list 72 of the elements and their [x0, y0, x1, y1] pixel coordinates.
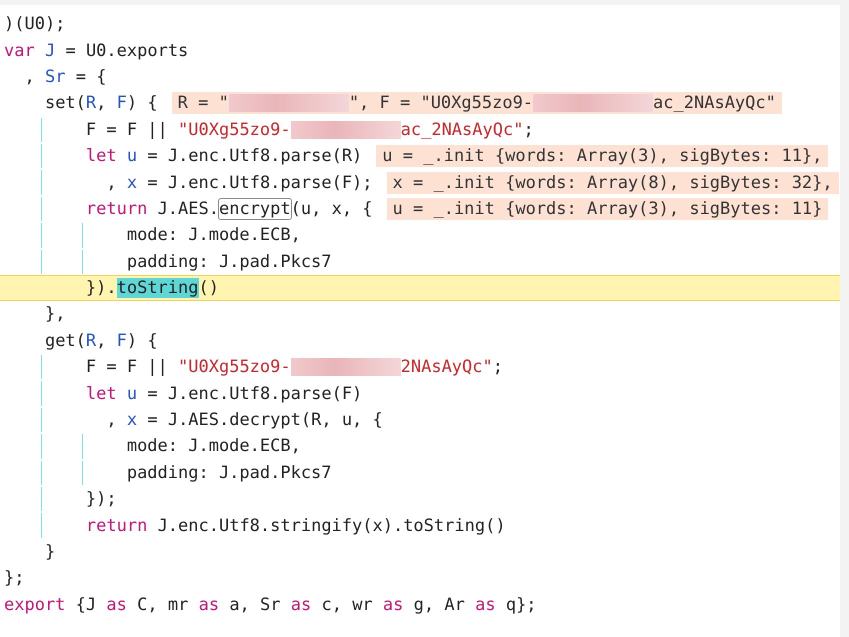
code-text: mode: J.mode.ECB,	[126, 436, 301, 456]
code-text: ,	[106, 410, 117, 430]
annotation-text: u = _.init {words: Array(3), sigBytes: 11},	[382, 146, 822, 166]
code-text: padding: J.pad.Pkcs7	[126, 462, 332, 483]
annotation-text: R = "	[178, 93, 229, 114]
identifier: F	[116, 93, 127, 114]
code-text: ,	[106, 172, 117, 193]
code-text: g, Ar	[414, 594, 465, 615]
identifier: u	[126, 384, 138, 404]
selected-word: toString	[116, 278, 198, 298]
code-text: };	[4, 568, 24, 588]
code-text: ()	[198, 278, 219, 298]
annotation-text: u = _.init {words: Array(3), sigBytes: 11}	[392, 198, 822, 219]
keyword: as	[290, 594, 312, 615]
code-text: ) {	[126, 93, 158, 114]
keyword: as	[198, 594, 220, 615]
code-text: },	[44, 304, 66, 324]
keyword: as	[382, 594, 404, 615]
keyword: as	[106, 594, 127, 615]
identifier: R	[86, 93, 96, 114]
code-text: = J.enc.Utf8.parse(F);	[147, 172, 373, 193]
code-text: (u, x, {	[290, 198, 373, 219]
code-text: = J.enc.Utf8.parse(R)	[147, 146, 362, 166]
keyword: export	[4, 594, 66, 615]
string-literal: 2NAsAyQc"	[400, 357, 493, 378]
annotation-text: x = _.init {words: Array(8), sigBytes: 32},	[392, 172, 833, 193]
code-text: = J.AES.decrypt(R, u, {	[147, 410, 383, 430]
annotation-text: ", F = "U0Xg55zo9-	[348, 93, 534, 114]
code-text: {J	[76, 594, 96, 615]
identifier: J	[44, 40, 56, 61]
annotation-text: ac_2NAsAyQc"	[653, 93, 776, 114]
code-text: = U0.exports	[65, 40, 188, 61]
identifier: F	[116, 330, 127, 351]
keyword: let	[86, 384, 117, 404]
code-text: = {	[76, 66, 106, 87]
string-literal: ac_2NAsAyQc"	[400, 120, 524, 140]
identifier: u	[126, 146, 138, 166]
keyword: return	[86, 516, 148, 536]
identifier: x	[126, 410, 138, 430]
search-match: encrypt	[218, 198, 292, 220]
code-text: padding: J.pad.Pkcs7	[126, 252, 332, 272]
identifier: x	[126, 172, 138, 193]
code-text: C, mr	[137, 594, 188, 615]
code-text: q};	[506, 594, 537, 615]
code-text: ;	[492, 357, 503, 378]
identifier: R	[86, 330, 96, 351]
code-text: c, wr	[321, 594, 373, 615]
code-text: ) {	[126, 330, 158, 351]
code-text: ;	[523, 120, 534, 140]
identifier: Sr	[44, 66, 66, 87]
code-text: F = F ||	[86, 357, 168, 378]
code-text: F = F ||	[86, 120, 168, 140]
code-text: J.AES.	[158, 198, 219, 219]
keyword: return	[86, 198, 148, 219]
code-text: }	[44, 542, 56, 562]
code-text: get(	[44, 330, 86, 351]
code-text: )(U0);	[4, 14, 66, 34]
keyword: let	[86, 146, 117, 166]
string-literal: "U0Xg55zo9-	[178, 120, 291, 140]
code-text: });	[86, 489, 117, 510]
code-text: ,	[96, 93, 106, 114]
code-text: ,	[96, 330, 106, 351]
code-text: mode: J.mode.ECB,	[126, 225, 301, 246]
code-text: = J.enc.Utf8.parse(F)	[147, 384, 362, 404]
code-text: J.enc.Utf8.stringify(x).toString()	[158, 516, 506, 536]
code-text: set(	[44, 93, 86, 114]
code-text: }).	[86, 278, 117, 298]
keyword: var	[4, 40, 35, 61]
code-text: ,	[24, 66, 35, 87]
string-literal: "U0Xg55zo9-	[178, 357, 291, 378]
keyword: as	[475, 594, 496, 615]
code-text: a, Sr	[229, 594, 280, 615]
